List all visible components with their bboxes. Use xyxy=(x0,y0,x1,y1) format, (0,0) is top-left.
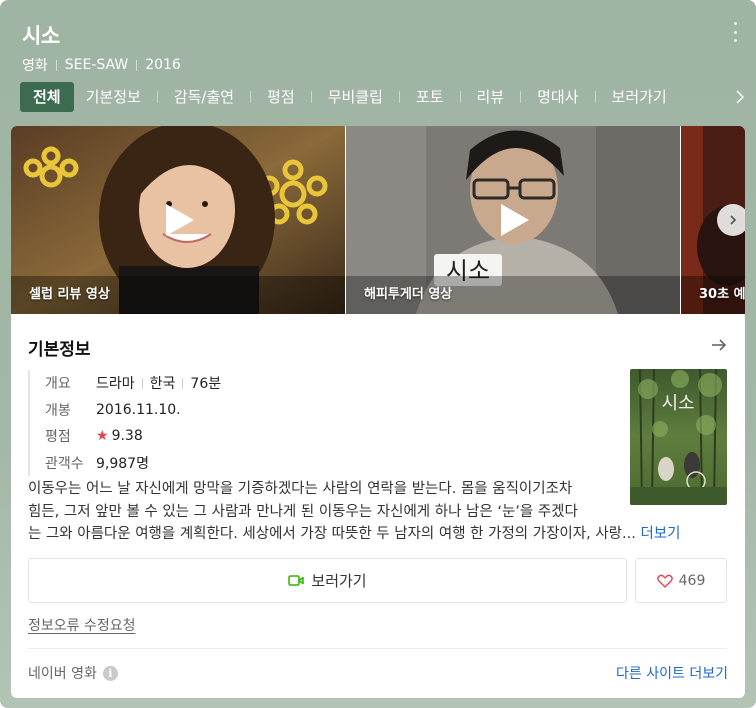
tab-divider xyxy=(520,91,522,103)
info-value: ★ 9.38 xyxy=(96,428,143,444)
section-title[interactable]: 기본정보 xyxy=(28,335,91,360)
info-key: 관객수 xyxy=(45,455,84,472)
video-title: 30초 예고 xyxy=(699,287,745,302)
meta-divider xyxy=(136,59,138,71)
tab-photo[interactable]: 포토 xyxy=(404,82,456,112)
video-carousel: 셀럽 리뷰 영상 시소 해피투게더 영상 30초 예 xyxy=(11,126,745,314)
info-value: 드라마 한국 76분 xyxy=(96,373,221,393)
carousel-next-button[interactable] xyxy=(717,204,745,236)
info-key: 개요 xyxy=(45,376,71,393)
play-icon xyxy=(501,204,529,236)
video-camera-icon xyxy=(288,575,305,586)
poster-title: 시소 xyxy=(661,393,694,414)
release-date: 2016.11.10. xyxy=(96,401,181,418)
report-error-link[interactable]: 정보오류 수정요청 xyxy=(28,615,136,635)
like-button[interactable]: 469 xyxy=(635,558,727,603)
video-thumbnail[interactable]: 시소 해피투게더 영상 xyxy=(346,126,680,314)
movie-meta: 영화 SEE-SAW 2016 xyxy=(22,55,181,75)
tab-basic-info[interactable]: 기본정보 xyxy=(74,82,153,112)
divider xyxy=(28,648,727,649)
tab-movie-clip[interactable]: 무비클립 xyxy=(316,82,395,112)
chevron-right-icon[interactable] xyxy=(733,88,747,106)
info-card: 셀럽 리뷰 영상 시소 해피투게더 영상 30초 예 기본정보 개요 드라마 한… xyxy=(11,126,745,698)
like-count: 469 xyxy=(678,572,706,589)
info-key: 개봉 xyxy=(45,402,71,419)
runtime: 76분 xyxy=(190,376,222,393)
video-title: 해피투게더 영상 xyxy=(364,287,453,302)
read-more-link[interactable]: 더보기 xyxy=(640,526,680,542)
audience-count: 9,987명 xyxy=(96,455,149,472)
tab-director-cast[interactable]: 감독/출연 xyxy=(162,82,246,112)
video-title: 셀럽 리뷰 영상 xyxy=(29,287,110,302)
tab-where-to-watch[interactable]: 보러가기 xyxy=(600,82,679,112)
tab-divider xyxy=(156,91,158,103)
info-row-overview: 개요 드라마 한국 76분 xyxy=(45,370,221,397)
meta-divider xyxy=(55,59,57,71)
play-icon xyxy=(166,204,194,236)
star-icon: ★ xyxy=(96,428,109,445)
watch-label: 보러가기 xyxy=(311,572,367,590)
tab-famous-lines[interactable]: 명대사 xyxy=(525,82,590,112)
tab-rating[interactable]: 평점 xyxy=(255,82,307,112)
info-divider xyxy=(182,377,184,389)
synopsis-line: 이동우는 어느 날 자신에게 망막을 기증하겠다는 사람의 연락을 받는다. 몸… xyxy=(28,481,573,497)
more-vertical-icon[interactable] xyxy=(732,22,738,42)
synopsis-text: 는 그와 아름다운 여행을 계획한다. 세상에서 가장 따뜻한 두 남자의 여행… xyxy=(28,526,636,542)
genre[interactable]: 드라마 xyxy=(96,373,135,393)
watch-button[interactable]: 보러가기 xyxy=(28,558,627,603)
arrow-right-icon[interactable] xyxy=(710,336,728,354)
source-label[interactable]: 네이버 영화 xyxy=(28,663,97,683)
source: 네이버 영화 i xyxy=(28,663,118,683)
info-row-audience: 관객수 9,987명 xyxy=(45,450,221,477)
synopsis-line: 힘든, 그저 앞만 볼 수 있는 그 사람과 만나게 된 이동우는 자신에게 하… xyxy=(28,503,578,520)
tab-review[interactable]: 리뷰 xyxy=(465,82,517,112)
movie-panel: 시소 영화 SEE-SAW 2016 전체 기본정보 감독/출연 평점 무비클립… xyxy=(0,0,756,708)
tab-divider xyxy=(398,91,400,103)
tab-divider xyxy=(594,91,596,103)
meta-english-title: SEE-SAW xyxy=(64,57,129,73)
synopsis-line: 는 그와 아름다운 여행을 계획한다. 세상에서 가장 따뜻한 두 남자의 여행… xyxy=(28,523,728,546)
meta-year: 2016 xyxy=(145,57,181,73)
info-row-release: 개봉 2016.11.10. xyxy=(45,397,221,424)
video-thumbnail[interactable]: 셀럽 리뷰 영상 xyxy=(11,126,345,314)
other-sites-link[interactable]: 다른 사이트 더보기 xyxy=(616,663,728,683)
info-icon[interactable]: i xyxy=(102,665,118,681)
movie-title[interactable]: 시소 xyxy=(22,20,60,50)
info-divider xyxy=(141,377,143,389)
chevron-right-icon xyxy=(730,215,737,225)
info-key: 평점 xyxy=(45,429,71,446)
info-row-rating: 평점 ★ 9.38 xyxy=(45,423,221,450)
tab-all[interactable]: 전체 xyxy=(20,82,74,112)
synopsis: 이동우는 어느 날 자신에게 망막을 기증하겠다는 사람의 연락을 받는다. 몸… xyxy=(28,478,728,546)
country[interactable]: 한국 xyxy=(150,373,176,393)
tab-divider xyxy=(459,91,461,103)
tab-bar: 전체 기본정보 감독/출연 평점 무비클립 포토 리뷰 명대사 보러가기 xyxy=(20,82,679,112)
tab-divider xyxy=(310,91,312,103)
meta-category: 영화 xyxy=(22,58,48,74)
rating-score[interactable]: 9.38 xyxy=(112,428,143,444)
tab-divider xyxy=(250,91,252,103)
heart-icon xyxy=(656,574,673,588)
basic-info-list: 개요 드라마 한국 76분 개봉 2016.11.10. 평점 ★ 9.38 관… xyxy=(28,370,221,476)
